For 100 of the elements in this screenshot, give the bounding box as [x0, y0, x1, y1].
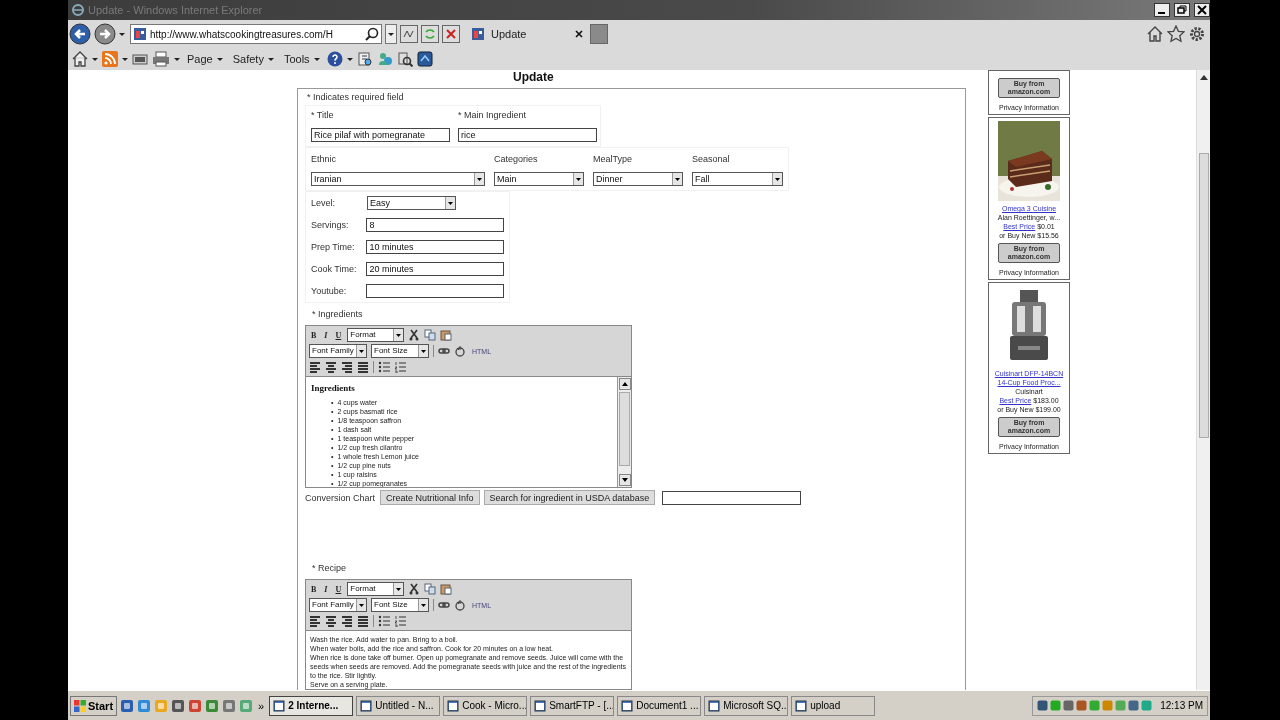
dropdown-button[interactable] — [385, 24, 397, 44]
taskbar-button[interactable]: Untitled - N... — [356, 695, 441, 716]
close-icon[interactable] — [1194, 3, 1210, 17]
taskbar-button[interactable]: 2 Interne... — [269, 695, 354, 716]
home-icon[interactable] — [72, 51, 88, 67]
align-center-icon[interactable] — [325, 615, 337, 627]
app-icon[interactable] — [120, 698, 135, 713]
dropdown-arrow-icon[interactable] — [448, 201, 453, 205]
scroll-up-icon[interactable] — [1198, 73, 1209, 81]
caret-icon[interactable] — [119, 32, 125, 36]
underline-button[interactable]: U — [333, 330, 344, 340]
dropdown[interactable]: Fall — [692, 172, 783, 186]
dropdown-arrow-icon[interactable] — [576, 177, 581, 181]
tray-icon[interactable] — [1063, 700, 1075, 711]
settings-icon[interactable] — [1188, 25, 1206, 43]
help-icon[interactable] — [326, 51, 343, 67]
bullet-list-icon[interactable] — [378, 361, 390, 373]
caret-icon[interactable] — [313, 57, 320, 61]
app-icon[interactable] — [188, 698, 203, 713]
menu-button[interactable]: Tools — [280, 53, 323, 65]
dropdown-arrow-icon[interactable] — [775, 177, 780, 181]
input-field[interactable] — [366, 284, 504, 298]
print-icon[interactable] — [152, 51, 170, 67]
taskbar-button[interactable]: upload — [791, 695, 876, 716]
caret-icon[interactable] — [216, 57, 223, 61]
minimize-icon[interactable] — [1154, 3, 1170, 17]
dropdown-arrow-icon[interactable] — [396, 333, 402, 337]
italic-button[interactable]: I — [322, 584, 330, 594]
mail-icon[interactable] — [132, 52, 148, 66]
menu-button[interactable]: Safety — [229, 53, 277, 65]
dropdown[interactable]: Easy — [367, 196, 456, 210]
browser-tab[interactable]: Update — [467, 23, 587, 45]
tray-icon[interactable] — [1076, 700, 1088, 711]
dropdown-arrow-icon[interactable] — [421, 349, 426, 353]
align-left-icon[interactable] — [309, 615, 321, 627]
input-field[interactable]: rice — [458, 128, 597, 142]
bullet-list-icon[interactable] — [378, 615, 390, 627]
dropdown[interactable]: Font Family — [309, 598, 367, 612]
align-right-icon[interactable] — [341, 615, 353, 627]
favorites-icon[interactable] — [1167, 25, 1185, 43]
tray-icon[interactable] — [1128, 700, 1140, 711]
refresh-icon[interactable] — [421, 25, 439, 43]
dropdown[interactable]: Font Size — [371, 344, 429, 358]
app-icon[interactable] — [205, 698, 220, 713]
back-icon[interactable] — [69, 23, 91, 45]
caret-icon[interactable] — [267, 57, 274, 61]
dropdown-arrow-icon[interactable] — [396, 587, 402, 591]
dropdown-arrow-icon[interactable] — [421, 603, 426, 607]
scrollbar[interactable] — [617, 377, 631, 487]
link[interactable]: Conversion Chart — [305, 492, 376, 503]
dropdown[interactable]: Dinner — [593, 172, 683, 186]
caret-icon[interactable] — [174, 57, 180, 61]
dropdown-arrow-icon[interactable] — [675, 177, 680, 181]
copy-icon[interactable] — [424, 329, 437, 341]
numbered-list-icon[interactable] — [394, 361, 406, 373]
input-field[interactable]: 8 — [366, 218, 504, 232]
input-field[interactable]: 20 minutes — [366, 262, 504, 276]
research-icon[interactable] — [356, 51, 373, 67]
dropdown-arrow-icon[interactable] — [359, 603, 364, 607]
paste-icon[interactable] — [440, 583, 453, 595]
input-field[interactable]: Rice pilaf with pomegranate — [311, 128, 450, 142]
action-button[interactable]: Create Nutritional Info — [380, 490, 480, 505]
caret-icon[interactable] — [92, 57, 98, 61]
dropdown[interactable]: Main — [494, 172, 584, 186]
action-button[interactable]: Search for ingredient in USDA database — [483, 490, 656, 505]
stop-icon[interactable] — [442, 25, 460, 43]
align-left-icon[interactable] — [309, 361, 321, 373]
link-icon[interactable] — [438, 347, 450, 355]
dropdown[interactable]: Format — [347, 328, 405, 342]
justify-icon[interactable] — [357, 615, 369, 627]
input-field[interactable] — [662, 490, 802, 505]
tool-icon[interactable] — [396, 51, 413, 67]
search-icon[interactable] — [365, 27, 379, 41]
caret-icon[interactable] — [346, 57, 353, 61]
taskbar-button[interactable]: Document1 ... — [617, 695, 702, 716]
scroll-down-icon[interactable] — [618, 474, 631, 486]
align-center-icon[interactable] — [325, 361, 337, 373]
tray-icon[interactable] — [1037, 700, 1049, 711]
justify-icon[interactable] — [357, 361, 369, 373]
bold-button[interactable]: B — [309, 330, 319, 340]
numbered-list-icon[interactable] — [394, 615, 406, 627]
caret-icon[interactable] — [388, 32, 394, 36]
caret-icon[interactable] — [122, 57, 128, 61]
more-button[interactable]: » — [258, 699, 265, 712]
close-tab-icon[interactable] — [575, 30, 583, 38]
app-icon[interactable] — [171, 698, 186, 713]
scroll-up-icon[interactable] — [618, 378, 631, 390]
dropdown[interactable]: Font Size — [371, 598, 429, 612]
restore-icon[interactable] — [1174, 3, 1190, 17]
dropdown-arrow-icon[interactable] — [477, 177, 482, 181]
dropdown[interactable]: Font Family — [309, 344, 367, 358]
menu-button[interactable]: Page — [184, 53, 226, 65]
cut-icon[interactable] — [408, 583, 421, 595]
dropdown[interactable]: Format — [347, 582, 405, 596]
italic-button[interactable]: I — [322, 330, 330, 340]
underline-button[interactable]: U — [333, 584, 344, 594]
address-field[interactable]: http://www.whatscookingtreasures.com/H — [130, 24, 382, 44]
start-button[interactable]: Start — [70, 695, 118, 716]
paste-icon[interactable] — [440, 329, 453, 341]
taskbar-button[interactable]: SmartFTP - [... — [530, 695, 615, 716]
